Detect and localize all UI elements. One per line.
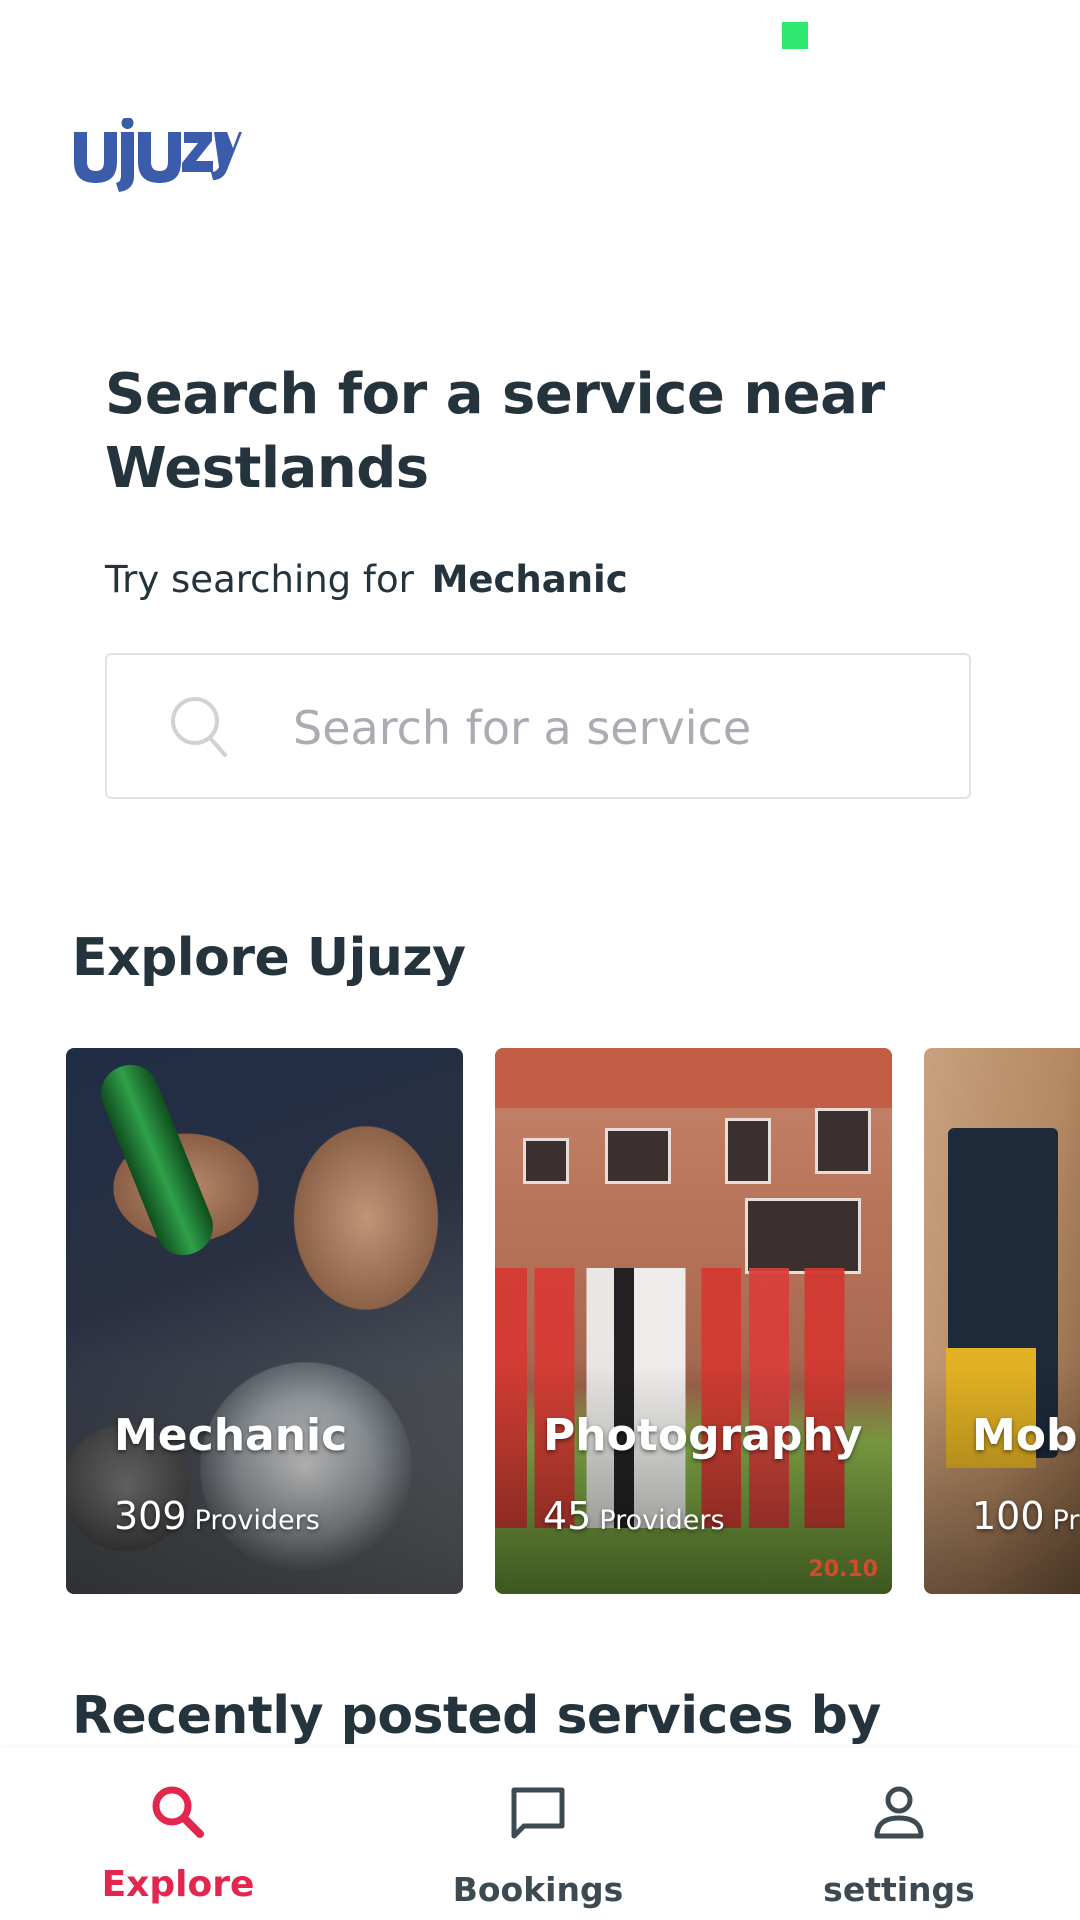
photo-date-stamp: 20.10 xyxy=(808,1557,878,1582)
search-input[interactable] xyxy=(291,687,915,769)
card-title: Mechanic xyxy=(114,1410,348,1461)
suggestion-keyword[interactable]: Mechanic xyxy=(432,558,628,601)
nav-bookings[interactable]: Bookings xyxy=(388,1748,688,1920)
card-title: Mobi xyxy=(972,1410,1080,1461)
card-provider-count: 309 Providers xyxy=(114,1494,320,1538)
explore-title: Explore Ujuzy xyxy=(72,928,466,988)
card-provider-count: 100 Pr xyxy=(972,1494,1080,1538)
category-card-mechanic[interactable]: Mechanic 309 Providers xyxy=(66,1048,463,1594)
search-box[interactable] xyxy=(105,653,971,799)
nav-settings-label: settings xyxy=(823,1870,975,1909)
hero-section: Search for a service near Westlands xyxy=(105,358,905,506)
category-card-mobile[interactable]: Mobi 100Pr xyxy=(924,1048,1080,1594)
card-provider-count: 45 Providers xyxy=(543,1494,725,1538)
card-title: Photography xyxy=(543,1410,863,1461)
status-indicator xyxy=(782,22,808,49)
ujuzy-logo xyxy=(72,118,242,198)
nav-explore[interactable]: Explore xyxy=(28,1748,328,1920)
search-icon xyxy=(169,695,229,763)
nav-explore-label: Explore xyxy=(101,1864,255,1905)
card-image xyxy=(92,1056,222,1264)
nav-bookings-label: Bookings xyxy=(452,1870,624,1909)
nav-settings[interactable]: settings xyxy=(749,1748,1049,1920)
page-title: Search for a service near Westlands xyxy=(105,362,885,501)
search-suggestion: Try searching for Mechanic xyxy=(105,558,628,601)
category-carousel[interactable]: Mechanic 309 Providers 20.10 Photography … xyxy=(66,1048,1080,1596)
suggestion-prefix: Try searching for xyxy=(105,558,414,601)
bottom-navigation: Explore Bookings settings xyxy=(0,1748,1080,1920)
recent-services-title: Recently posted services by xyxy=(72,1686,881,1746)
category-card-photography[interactable]: 20.10 Photography 45 Providers xyxy=(495,1048,892,1594)
